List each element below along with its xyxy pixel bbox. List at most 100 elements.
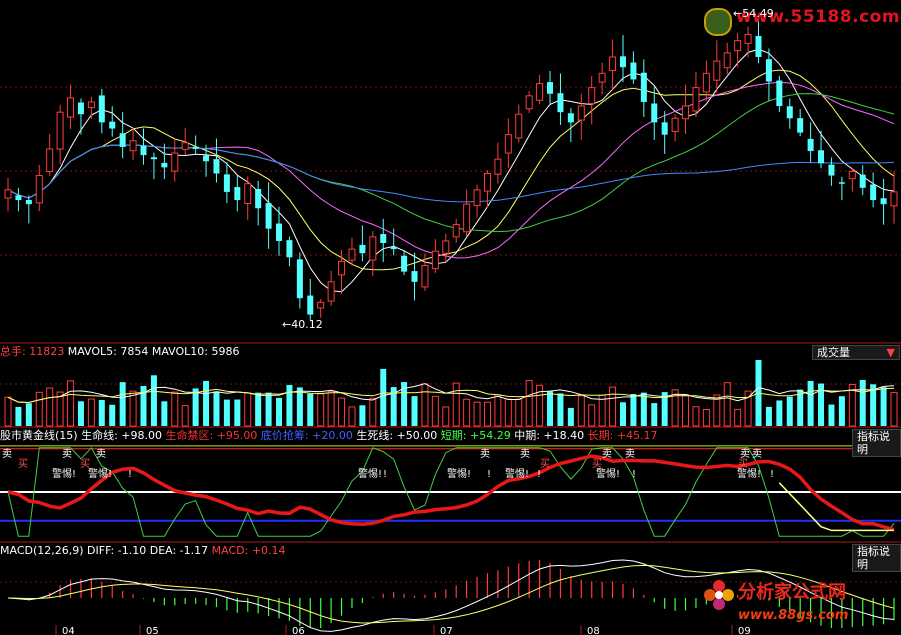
golden-help-button[interactable]: 指标说明 [852, 429, 901, 457]
volume-bar-down [223, 399, 230, 426]
volume-bar-down [25, 403, 32, 426]
volume-bar-down [265, 392, 272, 426]
volume-bar-up [890, 392, 898, 427]
candle-body-up [609, 56, 617, 71]
candle-body-down [77, 102, 84, 115]
candle-body-up [171, 152, 179, 172]
exclamation-signal-label: ! [487, 469, 492, 480]
volume-bar-up [181, 405, 189, 427]
candle-body-down [401, 255, 408, 272]
volume-bar-up [515, 398, 523, 427]
candle-body-up [598, 72, 606, 83]
volume-bar-down [359, 405, 366, 426]
gold-header-segment: 中期: +18.40 [510, 429, 585, 442]
candle-body-up [463, 203, 471, 233]
chart-canvas[interactable]: 04 05 06 07 08 09 [0, 0, 901, 635]
gold-header-segment: 短期: +54.29 [437, 429, 511, 442]
volume-bar-down [150, 375, 157, 426]
x-axis-tick-label: 05 [146, 626, 159, 635]
warning-signal-label: 警惕! [505, 469, 530, 480]
exclamation-signal-label: ! [128, 469, 133, 480]
volume-bar-up [421, 383, 429, 427]
candle-body-down [411, 271, 418, 282]
warning-signal-label: 警惕! [737, 469, 762, 480]
volume-bar-down [651, 403, 658, 426]
candle-body-up [494, 158, 502, 175]
volume-bar-down [234, 399, 241, 426]
volume-bar-down [776, 400, 783, 426]
candle-body-down [870, 184, 877, 201]
x-axis-tick-label: 09 [738, 626, 751, 635]
volume-bar-up [473, 401, 481, 427]
volume-bar-up [494, 394, 502, 427]
candle-body-up [483, 173, 491, 192]
candle-body-down [234, 187, 241, 201]
candle-body-up [577, 105, 585, 121]
volume-bar-down [828, 404, 835, 426]
candle-body-up [421, 264, 429, 288]
candle-body-down [276, 223, 283, 241]
candle-body-down [15, 195, 22, 201]
gold-header-segment: 生死线: +50.00 [352, 429, 438, 442]
volume-bar-down [380, 368, 387, 426]
warning-signal-label: 警惕! [52, 469, 77, 480]
indicator-selector[interactable]: 成交量 ▼ [812, 345, 900, 360]
high-price-label: ←54.49 [733, 7, 774, 20]
candle-body-down [630, 62, 637, 80]
candle-body-up [327, 281, 335, 302]
macd-help-button[interactable]: 指标说明 [852, 544, 901, 572]
volume-bar-up [4, 396, 12, 427]
candle-body-down [818, 150, 825, 164]
candle-body-down [265, 203, 272, 229]
x-axis-tick-label: 04 [62, 626, 75, 635]
volume-bar-down [109, 404, 116, 426]
volume-bar-down [859, 379, 866, 426]
brand-site-watermark: www.88gs.com [738, 608, 849, 623]
sell-signal-label: 卖 [520, 449, 530, 460]
volume-bar-down [630, 393, 637, 426]
sell-signal-label: 卖 [480, 449, 490, 460]
macd-header-segment: DEA: -1.17 [146, 544, 209, 557]
candle-body-up [890, 191, 898, 207]
sell-signal-label: 卖 [625, 449, 635, 460]
volume-bar-up [348, 406, 356, 427]
warning-signal-label: 警惕! [447, 469, 472, 480]
volume-bar-down [640, 392, 647, 426]
candle-body-down [213, 159, 220, 174]
candle-body-up [515, 113, 523, 139]
volume-bar-up [338, 397, 346, 427]
volume-bar-up [525, 379, 533, 427]
volume-bar-up [327, 390, 335, 427]
candle-body-up [536, 83, 544, 101]
volume-bar-down [255, 392, 262, 426]
candle-body-up [4, 189, 12, 199]
volume-bar-up [369, 397, 377, 427]
volume-bar-down [807, 380, 814, 426]
exclamation-signal-label: ! [537, 469, 542, 480]
sell-signal-label: 卖 [96, 449, 106, 460]
buy-signal-label: 买 [540, 459, 550, 470]
gold-header-segment: 生命线: +98.00 [77, 429, 163, 442]
volume-bar-up [67, 380, 75, 427]
volume-bar-up [588, 404, 596, 427]
vol-header-segment: MAVOL10: 5986 [148, 345, 240, 358]
macd-header-segment: DIFF: -1.10 [83, 544, 147, 557]
gold-header-segment: 生命禁区: +95.00 [162, 429, 258, 442]
volume-bar-down [838, 396, 845, 426]
volume-bar-down [557, 393, 564, 426]
candle-body-up [734, 40, 742, 52]
candle-body-up [682, 105, 690, 120]
candle-body-down [296, 259, 303, 299]
candle-body-up [504, 134, 512, 154]
flower-logo-icon [704, 580, 734, 610]
volume-bar-down [192, 388, 199, 426]
candle-body-up [848, 170, 856, 180]
volume-bar-down [567, 407, 574, 426]
candle-body-down [547, 82, 554, 94]
volume-bar-up [723, 382, 731, 427]
volume-bar-up [483, 401, 491, 427]
ma20-line [7, 81, 895, 259]
candle-body-down [223, 174, 230, 192]
exclamation-signal-label: ! [632, 469, 637, 480]
volume-bar-up [702, 408, 710, 427]
